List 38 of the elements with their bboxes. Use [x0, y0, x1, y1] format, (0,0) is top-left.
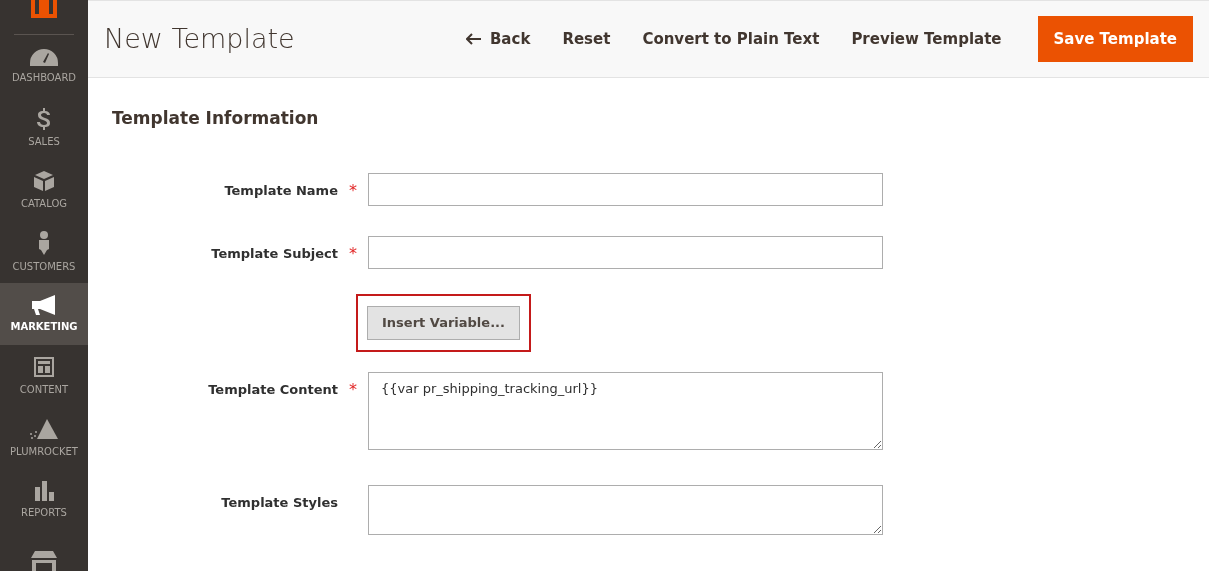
box-icon — [33, 169, 55, 192]
nav-item[interactable]: CONTENT — [0, 345, 88, 407]
action-button[interactable]: Reset — [558, 19, 615, 59]
text-field[interactable] — [368, 236, 883, 270]
back-button[interactable]: Back — [461, 19, 535, 59]
person-icon — [37, 230, 51, 255]
gauge-icon — [29, 47, 59, 66]
field-label: Template Styles — [221, 494, 338, 510]
nav-item[interactable]: CUSTOMERS — [0, 221, 88, 283]
dollar-icon — [36, 107, 52, 130]
field-label: Template Subject — [211, 246, 338, 262]
action-button[interactable]: Preview Template — [847, 19, 1006, 59]
layout-icon — [33, 355, 55, 378]
section-title: Template Information — [112, 108, 320, 129]
action-button[interactable]: Convert to Plain Text — [638, 19, 824, 59]
arrow-left-icon — [465, 33, 482, 45]
field-label: Template Name — [224, 183, 338, 199]
logo-icon[interactable] — [29, 0, 59, 18]
nav-item[interactable]: SALES — [0, 97, 88, 159]
nav-item[interactable]: DASHBOARD — [0, 35, 88, 97]
required-mark: * — [349, 379, 357, 399]
text-field[interactable] — [368, 173, 883, 207]
insert-variable-button[interactable]: Insert Variable... — [367, 306, 520, 340]
page-title: New Template — [104, 22, 295, 56]
storefront-icon — [31, 551, 57, 571]
field-label: Template Content — [208, 381, 338, 397]
pyramid-icon — [29, 417, 59, 440]
nav-item[interactable]: MARKETING — [0, 283, 88, 345]
nav-item[interactable]: REPORTS — [0, 469, 88, 531]
bar-chart-icon — [34, 480, 54, 501]
save-button[interactable]: Save Template — [1037, 15, 1193, 63]
nav-item[interactable]: CATALOG — [0, 159, 88, 221]
megaphone-icon — [31, 294, 57, 315]
nav-item[interactable]: PLUMROCKET — [0, 407, 88, 469]
text-area[interactable] — [368, 484, 883, 535]
required-mark: * — [349, 181, 357, 201]
required-mark: * — [349, 244, 357, 264]
text-area[interactable]: {{var pr_shipping_tracking_url}} — [368, 371, 883, 450]
